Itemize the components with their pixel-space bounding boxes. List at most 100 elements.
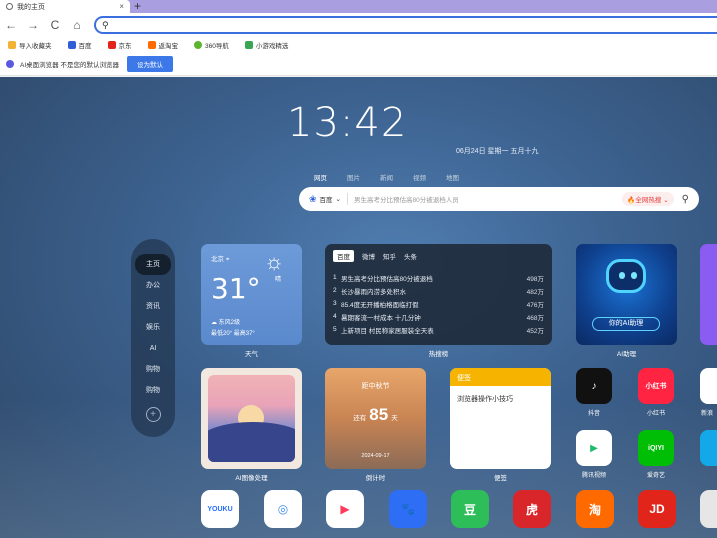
tab-news[interactable]: 新闻 <box>380 172 393 182</box>
weather-condition: 晴 <box>275 277 282 283</box>
bookmark-item[interactable]: 京东 <box>107 40 132 50</box>
nav-item-news[interactable]: 资讯 <box>135 296 171 317</box>
chevron-down-icon: ⌄ <box>335 196 341 203</box>
weather-city: 北京 ⌖ <box>211 256 230 263</box>
folder-icon <box>8 40 16 49</box>
tab-video[interactable]: 视频 <box>413 172 426 182</box>
taobao-icon <box>147 40 156 49</box>
countdown-widget[interactable]: 距中秋节 还有 85 天 2024-09-17 <box>325 368 426 469</box>
tab-web[interactable]: 网页 <box>314 172 327 182</box>
youku-icon[interactable]: YOUKU <box>201 490 239 528</box>
ai-image-widget[interactable] <box>201 368 302 469</box>
video-icon[interactable]: ▶ <box>326 490 364 528</box>
browser-logo-icon <box>6 59 14 68</box>
home-button[interactable]: ⌂ <box>66 18 88 32</box>
hot-search-badge[interactable]: 🔥全网热搜 ⌄ <box>622 192 674 206</box>
ai-image-label: AI图像处理 <box>235 475 268 482</box>
list-item[interactable]: 3 85.4度无开播柏格面临打假 476万 <box>333 297 544 310</box>
search-input[interactable]: 男生高考分比预估高80分被退档人员 <box>354 194 622 204</box>
search-tabs: 网页 图片 新闻 视频 地图 <box>314 172 459 182</box>
nav-item-entertainment[interactable]: 娱乐 <box>135 317 171 338</box>
reload-button[interactable]: C <box>44 18 66 32</box>
xiaohongshu-icon[interactable]: 小红书 <box>638 368 674 404</box>
back-button[interactable]: ← <box>0 18 22 32</box>
app-label: 爱奇艺 <box>646 473 665 479</box>
close-icon[interactable]: × <box>119 2 124 11</box>
bookmark-item[interactable]: 导入收藏夹 <box>8 40 52 50</box>
baidu-icon: ❀ <box>309 193 317 204</box>
set-default-button[interactable]: 设为默认 <box>126 55 173 72</box>
weather-temp: 31° <box>211 272 261 305</box>
tab-strip: 我的主页 × + <box>0 0 717 13</box>
list-item[interactable]: 2 长沙暴雨内涝多处积水 482万 <box>333 284 544 297</box>
new-tab-button[interactable]: + <box>134 0 141 13</box>
landscape-image <box>208 375 295 462</box>
nav360-icon <box>194 40 202 49</box>
nav-item-ai[interactable]: AI <box>135 338 171 359</box>
app-label: 新浪 <box>700 411 713 417</box>
bookmark-item[interactable]: 返淘宝 <box>147 40 178 50</box>
app-icon[interactable] <box>700 490 717 528</box>
app-label: 小红书 <box>646 411 665 417</box>
search-icon[interactable]: ⚲ <box>682 194 689 205</box>
tab-images[interactable]: 图片 <box>347 172 360 182</box>
memo-widget[interactable]: 便签 浏览器操作小技巧 <box>450 368 551 469</box>
baidu-icon <box>67 40 76 49</box>
jd-icon[interactable]: JD <box>638 490 676 528</box>
nav-item-shopping-2[interactable]: 购物 <box>135 380 171 401</box>
hot-list-tabs: 百度 微博 知乎 头条 <box>325 244 552 262</box>
toolbar: ← → C ⌂ ⚲ <box>0 13 717 37</box>
search-engine-select[interactable]: ❀ 百度 ⌄ <box>309 194 341 205</box>
default-browser-bar: AI桌面浏览器 不是您的默认浏览器 设为默认 <box>0 52 717 76</box>
ai-assistant-pill: 你的AI助理 <box>592 317 660 331</box>
huya-icon[interactable]: 虎 <box>513 490 551 528</box>
game-icon <box>244 40 253 49</box>
nav-item-office[interactable]: 办公 <box>135 275 171 296</box>
taobao-icon[interactable]: 淘 <box>576 490 614 528</box>
list-item[interactable]: 4 暑期客流一村成本 十几分钟 468万 <box>333 310 544 323</box>
douban-icon[interactable]: 豆 <box>451 490 489 528</box>
qq-browser-icon[interactable]: ◎ <box>264 490 302 528</box>
tab-zhihu[interactable]: 知乎 <box>383 251 396 262</box>
forward-button[interactable]: → <box>22 18 44 32</box>
page-icon <box>6 3 13 10</box>
nav-item-home[interactable]: 主页 <box>135 254 171 275</box>
category-nav: 主页 办公 资讯 娱乐 AI 购物 购物 + <box>131 239 175 437</box>
countdown-label: 倒计时 <box>365 475 386 482</box>
bookmarks-bar: 导入收藏夹 百度 京东 返淘宝 360导航 小游戏精选 <box>0 37 717 52</box>
tab-map[interactable]: 地图 <box>446 172 459 182</box>
douyin-icon[interactable]: ♪ <box>576 368 612 404</box>
weather-widget[interactable]: 北京 ⌖ ☼ 31° 晴 ☁ 东风2级 最低20° 最高37° <box>201 244 302 345</box>
list-item[interactable]: 1 男生高考分比预估高80分被退档 498万 <box>333 271 544 284</box>
tab-weibo[interactable]: 微博 <box>362 251 375 262</box>
weather-wind: ☁ 东风2级 <box>211 320 241 326</box>
weather-range: 最低20° 最高37° <box>211 331 255 337</box>
clock-time: 13:42 <box>287 100 408 146</box>
app-icon[interactable] <box>700 430 717 466</box>
app-label: 腾讯视频 <box>581 473 606 479</box>
weibo-icon[interactable] <box>700 368 717 404</box>
add-category-button[interactable]: + <box>145 407 161 422</box>
robot-icon <box>606 259 646 293</box>
hot-list-label: 热搜榜 <box>428 351 449 358</box>
bookmark-item[interactable]: 小游戏精选 <box>244 40 288 50</box>
baidu-paw-icon[interactable]: 🐾 <box>389 490 427 528</box>
bookmark-item[interactable]: 360导航 <box>194 40 229 50</box>
tencent-video-icon[interactable]: ▶ <box>576 430 612 466</box>
bookmark-item[interactable]: 百度 <box>67 40 92 50</box>
tab-toutiao[interactable]: 头条 <box>404 251 417 262</box>
iqiyi-icon[interactable]: iQIYI <box>638 430 674 466</box>
list-item[interactable]: 5 上新项目 村民称家居服装全天表 452万 <box>333 323 544 336</box>
search-box[interactable]: ❀ 百度 ⌄ 男生高考分比预估高80分被退档人员 🔥全网热搜 ⌄ ⚲ <box>299 187 699 211</box>
countdown-date: 2024-09-17 <box>361 453 390 459</box>
memo-head: 便签 <box>450 368 551 386</box>
hot-list-widget: 百度 微博 知乎 头条 1 男生高考分比预估高80分被退档 498万 2 长沙暴雨内涝… <box>325 244 552 345</box>
sun-icon: ☼ <box>264 249 285 274</box>
tab-baidu[interactable]: 百度 <box>333 250 354 262</box>
jd-icon <box>107 40 116 49</box>
extra-widget[interactable] <box>700 244 717 345</box>
address-bar[interactable]: ⚲ <box>94 16 717 34</box>
ai-assistant-widget[interactable]: 你的AI助理 <box>576 244 677 345</box>
nav-item-shopping[interactable]: 购物 <box>135 359 171 380</box>
tab-home[interactable]: 我的主页 × <box>0 0 130 13</box>
